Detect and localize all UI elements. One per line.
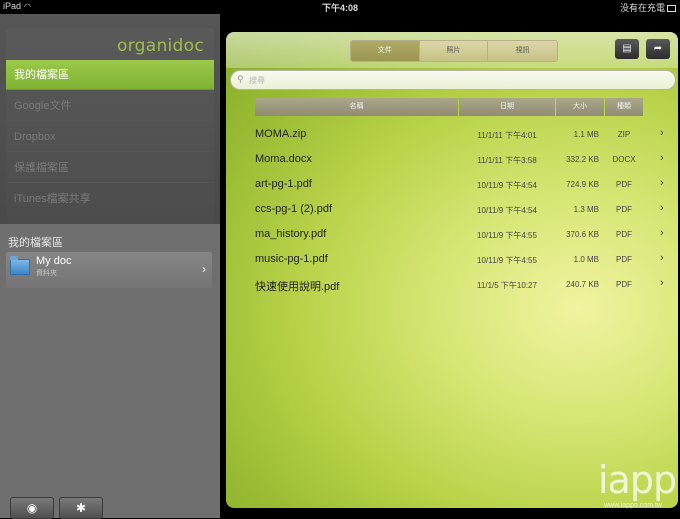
file-name: MOMA.zip xyxy=(255,128,307,140)
chevron-right-icon: › xyxy=(660,252,664,264)
file-size: 1.3 MB xyxy=(573,205,599,214)
chevron-right-icon: › xyxy=(660,277,664,289)
section-title: 我的檔案區 xyxy=(8,237,63,249)
menu-item-itunes-sharing[interactable]: iTunes檔案共享 xyxy=(6,184,214,214)
source-menu: organidoc 我的檔案區 Google文件 Dropbox 保護檔案區 i… xyxy=(6,28,214,224)
settings-button[interactable]: ✱ xyxy=(59,497,103,519)
file-date: 10/11/9 下午4:55 xyxy=(477,256,537,265)
menu-item-my-files[interactable]: 我的檔案區 xyxy=(6,60,214,90)
chevron-right-icon: › xyxy=(660,202,664,214)
menu-item-google-docs[interactable]: Google文件 xyxy=(6,91,214,121)
column-header-date[interactable]: 日期 xyxy=(459,98,555,116)
file-date: 11/1/5 下午10:27 xyxy=(477,281,537,290)
file-type: PDF xyxy=(616,255,632,264)
chevron-right-icon: › xyxy=(660,177,664,189)
file-row[interactable]: music-pg-1.pdf 10/11/9 下午4:55 1.0 MB PDF… xyxy=(255,248,669,273)
file-row[interactable]: art-pg-1.pdf 10/11/9 下午4:54 724.9 KB PDF… xyxy=(255,173,669,198)
file-type: PDF xyxy=(616,205,632,214)
file-size: 332.2 KB xyxy=(566,155,599,164)
file-type: DOCX xyxy=(612,155,636,164)
folder-subtitle: 資料夾 xyxy=(36,270,57,277)
menu-item-dropbox[interactable]: Dropbox xyxy=(6,122,214,152)
folder-item-my-doc[interactable]: My doc 資料夾 › xyxy=(6,252,212,288)
segment-videos[interactable]: 視訊 xyxy=(488,41,557,61)
file-name: 快速使用說明.pdf xyxy=(255,281,340,293)
battery-status-text: 没有在充電 xyxy=(619,3,665,13)
file-row[interactable]: ccs-pg-1 (2).pdf 10/11/9 下午4:54 1.3 MB P… xyxy=(255,198,669,223)
column-header-size[interactable]: 大小 xyxy=(556,98,604,116)
status-time: 下午4:08 xyxy=(321,3,358,13)
column-header-name[interactable]: 名稱 xyxy=(255,98,458,116)
file-size: 1.1 MB xyxy=(573,130,599,139)
chevron-right-icon: › xyxy=(660,227,664,239)
chevron-right-icon: › xyxy=(202,262,206,276)
menu-item-protected-files[interactable]: 保護檔案區 xyxy=(6,153,214,183)
file-date: 11/1/11 下午4:01 xyxy=(477,131,537,140)
share-button[interactable]: ➦ xyxy=(646,39,670,59)
file-name: art-pg-1.pdf xyxy=(255,178,312,190)
file-size: 370.6 KB xyxy=(566,230,599,239)
file-size: 724.9 KB xyxy=(566,180,599,189)
search-field[interactable]: ⚲ 搜尋 xyxy=(230,70,676,90)
file-name: ma_history.pdf xyxy=(255,228,327,240)
search-placeholder: 搜尋 xyxy=(249,76,265,85)
file-name: music-pg-1.pdf xyxy=(255,253,328,265)
segment-photos[interactable]: 照片 xyxy=(419,41,489,61)
file-type: PDF xyxy=(616,230,632,239)
wifi-button[interactable]: ◉ xyxy=(10,497,54,519)
file-row[interactable]: ma_history.pdf 10/11/9 下午4:55 370.6 KB P… xyxy=(255,223,669,248)
file-size: 1.0 MB xyxy=(573,255,599,264)
file-size: 240.7 KB xyxy=(566,280,599,289)
file-browser: 文件 照片 視訊 ▤ ➦ ⚲ 搜尋 名稱 日期 大小 種類 MOMA.zip 1… xyxy=(226,32,678,508)
chevron-right-icon: › xyxy=(660,127,664,139)
wifi-icon: ◉ xyxy=(26,501,38,515)
status-bar: iPad ◠ 下午4:08 没有在充電 xyxy=(0,0,680,14)
file-date: 10/11/9 下午4:55 xyxy=(477,231,537,240)
toolbar: 文件 照片 視訊 ▤ ➦ xyxy=(226,32,678,68)
segment-documents[interactable]: 文件 xyxy=(351,41,420,61)
file-date: 10/11/9 下午4:54 xyxy=(477,206,537,215)
file-row[interactable]: MOMA.zip 11/1/11 下午4:01 1.1 MB ZIP › xyxy=(255,123,669,148)
folder-panel: 我的檔案區 My doc 資料夾 › xyxy=(0,224,220,518)
file-type: PDF xyxy=(616,280,632,289)
file-date: 10/11/9 下午4:54 xyxy=(477,181,537,190)
column-header-type[interactable]: 種類 xyxy=(605,98,643,116)
chevron-right-icon: › xyxy=(660,152,664,164)
sidebar: organidoc 我的檔案區 Google文件 Dropbox 保護檔案區 i… xyxy=(0,14,220,519)
share-icon: ➦ xyxy=(653,43,663,54)
file-date: 11/1/11 下午3:58 xyxy=(477,156,537,165)
search-icon: ⚲ xyxy=(237,74,244,84)
watermark-logo: iapp xyxy=(598,458,677,502)
watermark-url: www.iappo.com.tw xyxy=(604,502,662,509)
file-row[interactable]: Moma.docx 11/1/11 下午3:58 332.2 KB DOCX › xyxy=(255,148,669,173)
folder-name: My doc xyxy=(36,255,72,267)
file-type: PDF xyxy=(616,180,632,189)
folder-icon xyxy=(10,256,30,275)
file-name: Moma.docx xyxy=(255,153,312,165)
media-type-segmented-control: 文件 照片 視訊 xyxy=(350,40,558,62)
file-row[interactable]: 快速使用說明.pdf 11/1/5 下午10:27 240.7 KB PDF › xyxy=(255,273,669,298)
file-type: ZIP xyxy=(617,130,631,139)
file-table-header: 名稱 日期 大小 種類 xyxy=(255,98,669,116)
file-name: ccs-pg-1 (2).pdf xyxy=(255,203,333,215)
gear-icon: ✱ xyxy=(75,501,87,515)
new-folder-button[interactable]: ▤ xyxy=(615,39,639,59)
folder-action-icon: ▤ xyxy=(622,43,632,54)
battery-icon xyxy=(667,5,676,13)
app-logo: organidoc xyxy=(116,36,204,56)
